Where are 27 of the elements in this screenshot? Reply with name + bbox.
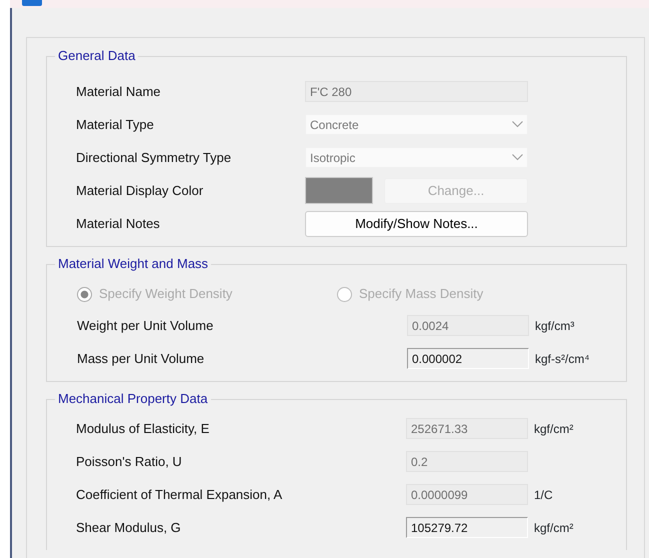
radio-label: Specify Weight Density (99, 285, 232, 304)
field-label: Mass per Unit Volume (77, 350, 206, 368)
unit-label: 1/C (534, 486, 553, 504)
dropdown-value: Isotropic (310, 150, 356, 166)
input-field[interactable]: 105279.72 (406, 517, 528, 538)
group-title: Material Weight and Mass (55, 256, 212, 272)
chevron-down-icon (512, 154, 523, 161)
radio-label: Specify Mass Density (359, 285, 484, 304)
group-title: Mechanical Property Data (55, 391, 211, 407)
field-label: Directional Symmetry Type (76, 148, 232, 167)
field-label: Poisson's Ratio, U (76, 452, 183, 471)
field-label: Material Type (76, 116, 155, 134)
field-label: Material Display Color (76, 182, 204, 200)
unit-label: kgf/cm³ (535, 318, 574, 334)
dropdown-value: Concrete (310, 116, 359, 134)
field-label: Material Notes (76, 214, 161, 233)
unit-label: kgf/cm² (534, 420, 574, 438)
field-label: Coefficient of Thermal Expansion, A (76, 486, 284, 504)
field-label: Weight per Unit Volume (77, 316, 214, 335)
chevron-down-icon (512, 121, 523, 128)
unit-label: kgf/cm² (534, 520, 574, 536)
field-label: Material Name (76, 82, 162, 101)
field-label: Modulus of Elasticity, E (76, 420, 210, 438)
unit-label: kgf-s²/cm⁴ (535, 350, 590, 368)
input-field[interactable]: 0.000002 (407, 348, 529, 369)
notes-button[interactable]: Modify/Show Notes... (305, 210, 528, 236)
field-label: Shear Modulus, G (76, 518, 182, 537)
